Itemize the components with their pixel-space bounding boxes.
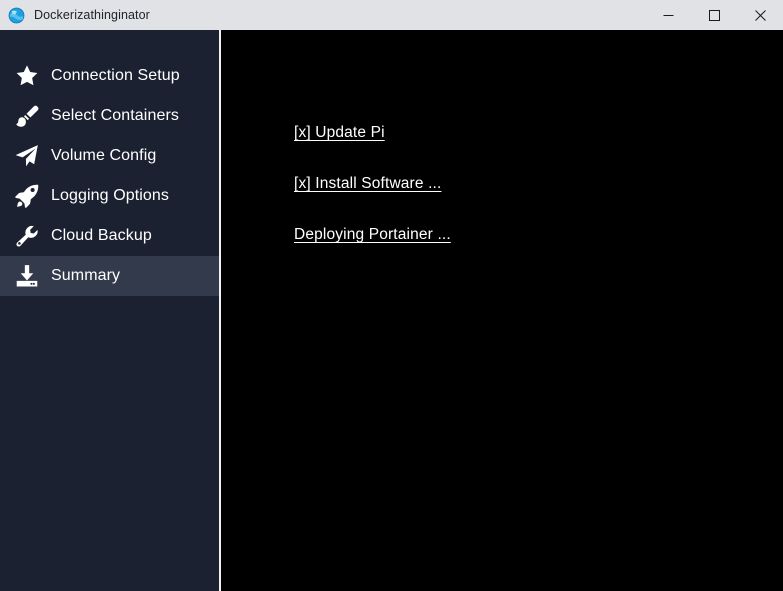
sidebar-item-logging-options[interactable]: Logging Options — [0, 176, 219, 216]
sidebar-item-volume-config[interactable]: Volume Config — [0, 136, 219, 176]
paper-plane-icon — [12, 141, 42, 171]
maximize-button[interactable] — [691, 0, 737, 30]
sidebar-item-connection-setup[interactable]: Connection Setup — [0, 56, 219, 96]
window-title: Dockerizathinginator — [34, 8, 150, 22]
window-controls — [645, 0, 783, 30]
sidebar-item-label: Volume Config — [51, 147, 157, 164]
download-tray-icon — [12, 261, 42, 291]
title-bar: Dockerizathinginator — [0, 0, 783, 30]
task-line-install-software[interactable]: [x] Install Software ... — [294, 175, 441, 193]
sidebar-item-label: Cloud Backup — [51, 227, 152, 244]
title-bar-left: Dockerizathinginator — [0, 0, 150, 30]
task-line-deploying-portainer[interactable]: Deploying Portainer ... — [294, 226, 451, 244]
app-window: Dockerizathinginator Connection Setup Se… — [0, 0, 783, 591]
sidebar-item-label: Select Containers — [51, 107, 179, 124]
paintbrush-icon — [12, 101, 42, 131]
sidebar-item-select-containers[interactable]: Select Containers — [0, 96, 219, 136]
sidebar-item-cloud-backup[interactable]: Cloud Backup — [0, 216, 219, 256]
task-line-update-pi[interactable]: [x] Update Pi — [294, 124, 385, 142]
minimize-button[interactable] — [645, 0, 691, 30]
wrench-icon — [12, 221, 42, 251]
rocket-icon — [12, 181, 42, 211]
sidebar-navigation: Connection Setup Select Containers Volum… — [0, 30, 221, 591]
close-button[interactable] — [737, 0, 783, 30]
summary-content-panel: [x] Update Pi [x] Install Software ... D… — [221, 30, 783, 591]
sidebar-item-label: Logging Options — [51, 187, 170, 204]
sidebar-item-label: Summary — [51, 267, 121, 284]
sidebar-item-label: Connection Setup — [51, 67, 180, 84]
sidebar-item-summary[interactable]: Summary — [0, 256, 219, 296]
window-body: Connection Setup Select Containers Volum… — [0, 30, 783, 591]
star-icon — [12, 61, 42, 91]
docker-whale-icon — [8, 7, 25, 24]
